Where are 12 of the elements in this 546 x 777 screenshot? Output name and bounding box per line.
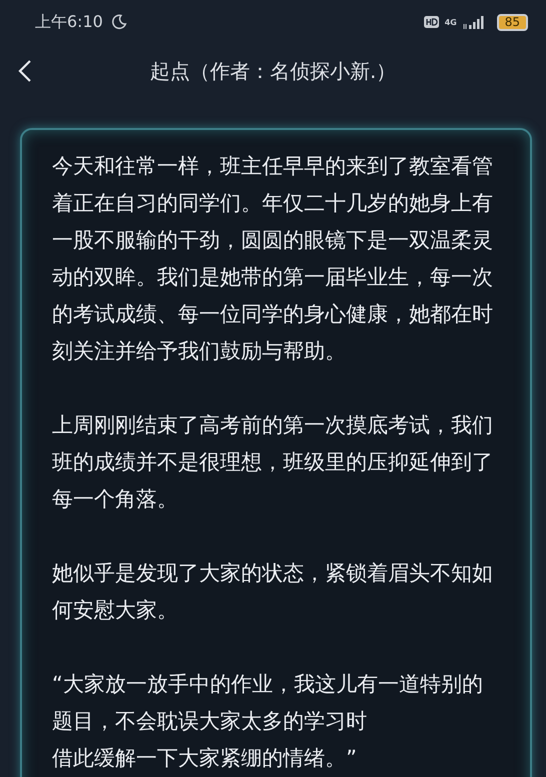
page-title: 起点（作者：名侦探小新.） [150,58,398,84]
battery-indicator: 85 [496,14,528,30]
network-label: 4G [444,18,457,26]
text-paragraph: “大家放一放手中的作业，我这儿有一道特别的 题目，不会耽误大家太多的学习时 借此缓解一下大家紧绷的情绪。” [52,671,484,772]
text-paragraph: 她似乎是发现了大家的状态，紧锁着眉头不知如 何安慰大家。 [52,560,494,624]
back-icon[interactable] [18,59,32,83]
moon-icon [110,14,127,30]
text-paragraph: 今天和往常一样，班主任早早的来到了教室看管 着正在自习的同学们。年仅二十几岁的她身上有 一股不服输的干劲，圆圆的眼镜下是一双温柔灵 动的双眸。我们是她带的第一届毕业生，每一次 的考试成绩、每一位同学的身心健康，她都在时 刻关注并给予我们鼓励与帮助。 [52,153,494,365]
signal-icon [462,15,485,29]
hd-icon [424,16,439,28]
text-paragraph: 上周刚刚结束了高考前的第一次摸底考试，我们 班的成绩并不是很理想，班级里的压抑延伸到了 每一个角落。 [52,412,494,513]
status-time: 上午6:10 [35,12,103,32]
